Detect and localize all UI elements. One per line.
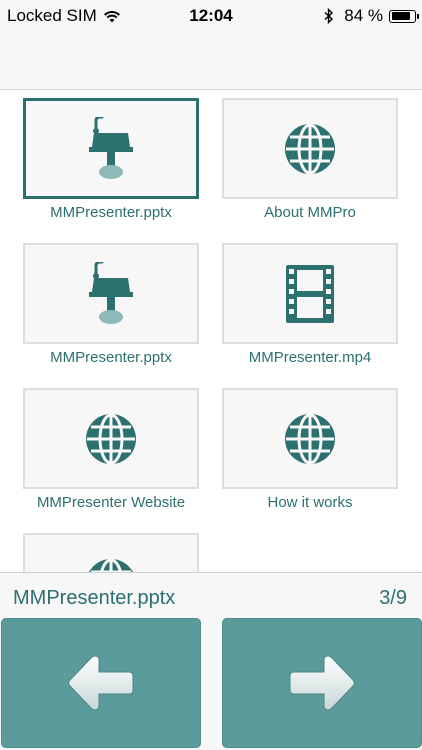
tile-item[interactable]: MMPresenter.mp4 bbox=[222, 243, 398, 366]
tile-label[interactable]: MMPresenter.mp4 bbox=[222, 349, 398, 366]
globe-icon bbox=[285, 413, 335, 464]
tile-thumbnail[interactable] bbox=[23, 98, 199, 199]
status-right: 84 % bbox=[324, 6, 419, 26]
battery-percent: 84 % bbox=[344, 6, 383, 25]
tile-thumbnail[interactable] bbox=[23, 388, 199, 489]
tile-label[interactable]: MMPresenter.pptx bbox=[23, 349, 199, 366]
next-button[interactable] bbox=[222, 618, 422, 748]
presentation-icon bbox=[89, 261, 133, 324]
tile-thumbnail[interactable] bbox=[222, 98, 398, 199]
tile-thumbnail[interactable] bbox=[222, 388, 398, 489]
tile-thumbnail[interactable] bbox=[23, 533, 199, 572]
navigation-controls bbox=[0, 618, 422, 750]
globe-icon bbox=[86, 413, 136, 464]
status-bar: Locked SIM 12:04 84 % bbox=[0, 0, 422, 32]
bluetooth-icon bbox=[324, 8, 334, 24]
tile-item[interactable]: MMPresenter Website bbox=[23, 388, 199, 511]
arrow-right-icon bbox=[289, 655, 355, 711]
tile-item[interactable]: About MMPro bbox=[222, 98, 398, 221]
globe-icon bbox=[88, 558, 134, 572]
page-counter: 3/9 bbox=[379, 587, 407, 609]
tile-item[interactable] bbox=[23, 533, 199, 572]
tile-item[interactable]: MMPresenter.pptx bbox=[23, 98, 199, 221]
tile-label[interactable]: About MMPro bbox=[222, 204, 398, 221]
film-icon bbox=[286, 264, 334, 323]
tile-item[interactable]: MMPresenter.pptx bbox=[23, 243, 199, 366]
tile-label[interactable]: MMPresenter Website bbox=[23, 494, 199, 511]
tile-label[interactable]: MMPresenter.pptx bbox=[23, 204, 199, 221]
current-file-title: MMPresenter.pptx bbox=[13, 587, 176, 609]
presentation-icon bbox=[89, 116, 133, 179]
tile-thumbnail[interactable] bbox=[222, 243, 398, 344]
tile-item[interactable]: How it works bbox=[222, 388, 398, 511]
navigation-bar bbox=[0, 32, 422, 90]
battery-level bbox=[391, 12, 410, 20]
globe-icon bbox=[285, 123, 335, 174]
tile-label[interactable]: How it works bbox=[222, 494, 398, 511]
previous-button[interactable] bbox=[1, 618, 201, 748]
battery-icon bbox=[389, 9, 419, 23]
info-bar: MMPresenter.pptx 3/9 bbox=[0, 572, 422, 618]
arrow-left-icon bbox=[68, 655, 134, 711]
tile-thumbnail[interactable] bbox=[23, 243, 199, 344]
presentation-grid[interactable]: MMPresenter.pptx About MMPro MMPresenter… bbox=[0, 90, 422, 572]
